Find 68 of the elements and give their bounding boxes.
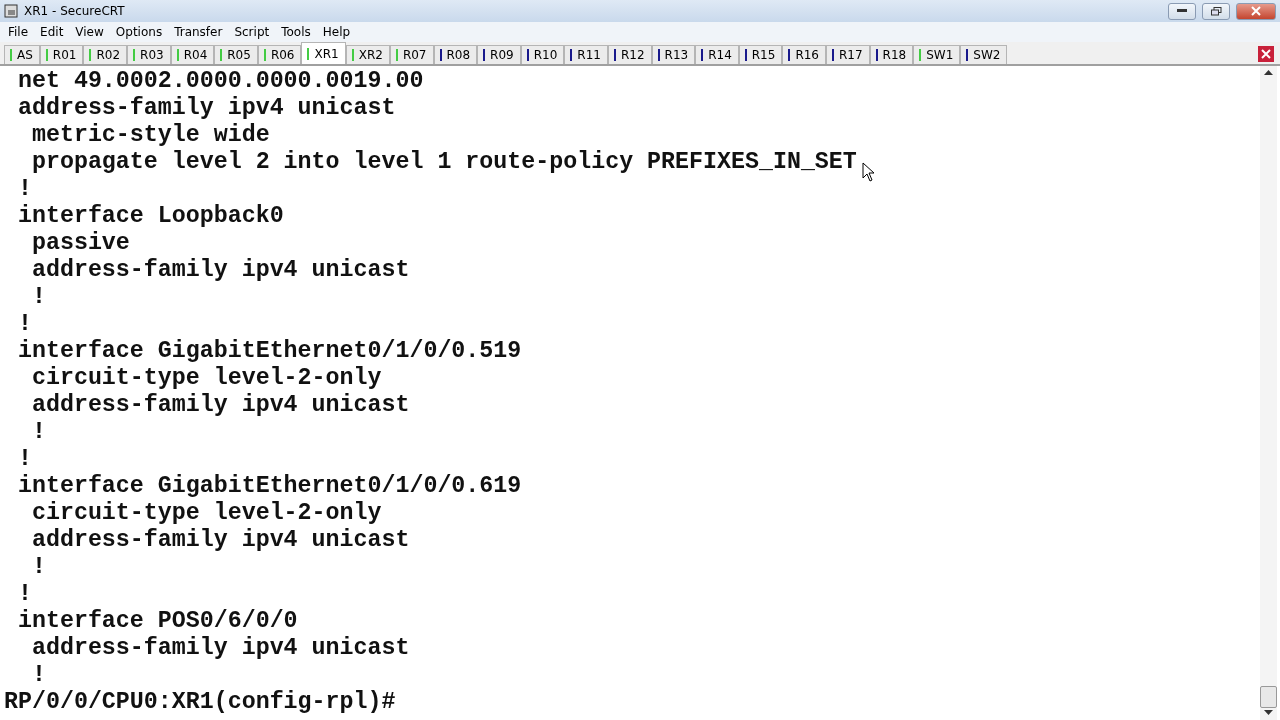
menu-item[interactable]: Transfer bbox=[168, 25, 229, 39]
terminal-line: RP/0/0/CPU0:XR1(config-rpl)# bbox=[4, 689, 396, 716]
menu-item[interactable]: Help bbox=[316, 25, 357, 39]
terminal-line: ! bbox=[30, 662, 46, 689]
session-tab[interactable]: R18 bbox=[869, 45, 914, 64]
terminal-line: address-family ipv4 unicast bbox=[30, 257, 410, 284]
terminal-line: interface Loopback0 bbox=[16, 203, 284, 230]
session-tab[interactable]: R07 bbox=[389, 45, 434, 64]
session-tab[interactable]: R17 bbox=[826, 45, 870, 64]
menu-item[interactable]: View bbox=[69, 25, 110, 39]
terminal-line: ! bbox=[16, 581, 32, 608]
session-tab[interactable]: R11 bbox=[564, 45, 608, 64]
scrollbar-thumb[interactable] bbox=[1260, 686, 1277, 708]
app-icon bbox=[4, 4, 18, 18]
session-tab[interactable]: R06 bbox=[257, 45, 302, 64]
session-tab[interactable]: SW2 bbox=[960, 45, 1008, 64]
session-tab[interactable]: XR1 bbox=[301, 42, 346, 64]
terminal-line: propagate level 2 into level 1 route-policy PREFIXES_IN_SET bbox=[30, 149, 857, 176]
menu-item[interactable]: Script bbox=[228, 25, 276, 39]
terminal-line: address-family ipv4 unicast bbox=[16, 95, 396, 122]
scroll-down-icon[interactable] bbox=[1264, 710, 1273, 716]
terminal-line: circuit-type level-2-only bbox=[30, 500, 382, 527]
terminal-line: passive bbox=[30, 230, 130, 257]
menu-item[interactable]: File bbox=[2, 25, 35, 39]
session-tab[interactable]: R12 bbox=[607, 45, 652, 64]
terminal-line: ! bbox=[16, 311, 32, 338]
restore-button[interactable] bbox=[1202, 2, 1230, 20]
session-tab[interactable]: R15 bbox=[738, 45, 783, 64]
mouse-cursor-icon bbox=[862, 162, 876, 182]
menu-item[interactable]: Edit bbox=[34, 25, 70, 39]
session-tab[interactable]: R13 bbox=[651, 45, 696, 64]
session-tab[interactable]: R02 bbox=[83, 45, 128, 64]
terminal-line: interface POS0/6/0/0 bbox=[16, 608, 298, 635]
terminal-line: ! bbox=[30, 284, 46, 311]
session-tab[interactable]: R05 bbox=[214, 45, 258, 64]
session-tab[interactable]: R10 bbox=[520, 45, 565, 64]
close-icon bbox=[1251, 6, 1261, 16]
terminal-line: ! bbox=[30, 554, 46, 581]
session-tab[interactable]: XR2 bbox=[345, 45, 390, 64]
session-tab[interactable]: SW1 bbox=[913, 45, 961, 64]
session-tab[interactable]: R01 bbox=[39, 45, 84, 64]
restore-icon bbox=[1210, 6, 1222, 16]
terminal-line: metric-style wide bbox=[30, 122, 270, 149]
window-title: XR1 - SecureCRT bbox=[24, 4, 126, 18]
session-tab[interactable]: R04 bbox=[170, 45, 215, 64]
session-tab[interactable]: R14 bbox=[695, 45, 739, 64]
minimize-icon bbox=[1177, 9, 1187, 13]
terminal-line: ! bbox=[30, 419, 46, 446]
close-button[interactable] bbox=[1236, 2, 1276, 20]
terminal-line: address-family ipv4 unicast bbox=[30, 527, 410, 554]
close-tab-icon[interactable] bbox=[1258, 46, 1274, 62]
terminal-line: interface GigabitEthernet0/1/0/0.519 bbox=[16, 338, 522, 365]
scroll-up-icon[interactable] bbox=[1264, 70, 1273, 76]
terminal-line: circuit-type level-2-only bbox=[30, 365, 382, 392]
session-tab[interactable]: R09 bbox=[477, 45, 521, 64]
terminal-line: address-family ipv4 unicast bbox=[30, 392, 410, 419]
session-tab[interactable]: R16 bbox=[782, 45, 826, 64]
session-tab[interactable]: AS bbox=[4, 45, 40, 64]
session-tab[interactable]: R08 bbox=[433, 45, 478, 64]
terminal-line: ! bbox=[16, 446, 32, 473]
menu-item[interactable]: Options bbox=[109, 25, 169, 39]
session-tab[interactable]: R03 bbox=[127, 45, 171, 64]
menu-item[interactable]: Tools bbox=[275, 25, 317, 39]
terminal-line: interface GigabitEthernet0/1/0/0.619 bbox=[16, 473, 522, 500]
terminal-line: net 49.0002.0000.0000.0019.00 bbox=[16, 68, 424, 95]
terminal-line: address-family ipv4 unicast bbox=[30, 635, 410, 662]
minimize-button[interactable] bbox=[1168, 2, 1196, 20]
terminal-line: ! bbox=[16, 176, 32, 203]
